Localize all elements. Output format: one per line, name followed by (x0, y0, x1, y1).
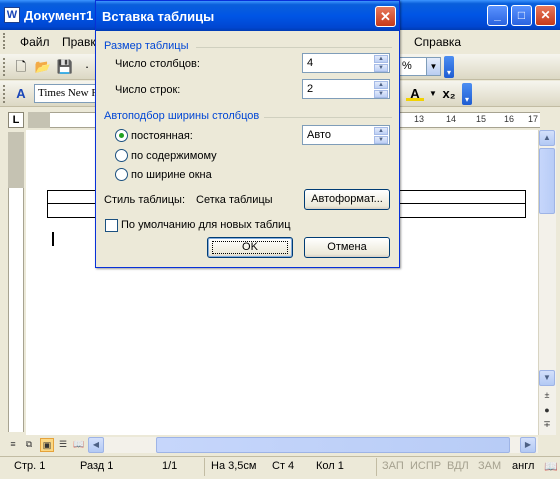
fixed-width-label[interactable]: постоянная: (131, 130, 193, 142)
toolbar-grip (3, 58, 6, 76)
status-language: англ (512, 460, 535, 472)
minimize-button[interactable]: _ (487, 5, 508, 26)
ruler-margin (8, 132, 24, 188)
status-column: Кол 1 (316, 460, 344, 472)
status-line: Ст 4 (272, 460, 295, 472)
dialog-title: Вставка таблицы (102, 9, 215, 24)
next-page-icon[interactable]: ∓ (540, 419, 554, 430)
spelling-status-icon[interactable]: 📖 (544, 460, 558, 473)
autofit-content-radio[interactable] (115, 149, 128, 162)
open-folder-icon[interactable]: 📂 (34, 58, 52, 76)
print-layout-icon[interactable]: ▣ (40, 438, 54, 452)
menu-grip (3, 33, 6, 49)
status-separator (204, 458, 205, 476)
ruler-margin (28, 112, 50, 128)
radio-selected-dot (119, 133, 124, 138)
new-document-icon[interactable]: 🗋 (12, 58, 30, 76)
scroll-down-icon[interactable]: ▼ (539, 370, 555, 386)
rows-label: Число строк: (115, 84, 181, 96)
autofit-content-label[interactable]: по содержимому (131, 150, 217, 162)
window-title: Документ1 (24, 8, 94, 23)
toolbar-grip (3, 85, 6, 103)
ruler-number: 13 (414, 114, 425, 124)
autofit-window-radio[interactable] (115, 168, 128, 181)
fixed-width-value[interactable]: Авто (307, 129, 331, 141)
status-rec[interactable]: ЗАП (382, 460, 404, 472)
table-style-value: Сетка таблицы (196, 194, 273, 206)
subscript-icon[interactable]: x₂ (440, 85, 458, 103)
outline-view-icon[interactable]: ☰ (56, 438, 70, 452)
ruler-number: 15 (476, 114, 487, 124)
spin-down-icon[interactable]: ▼ (374, 136, 388, 144)
toolbar-options-icon[interactable]: ▾ (462, 83, 472, 105)
scroll-up-icon[interactable]: ▲ (539, 130, 555, 146)
table-size-group-title: Размер таблицы (104, 40, 189, 52)
save-icon[interactable]: 💾 (56, 58, 74, 76)
spin-up-icon[interactable]: ▲ (374, 127, 388, 135)
status-trk[interactable]: ИСПР (410, 460, 441, 472)
browse-object-icon[interactable]: ● (540, 405, 554, 415)
status-section: Разд 1 (80, 460, 114, 472)
fixed-width-radio[interactable] (115, 129, 128, 142)
status-ext[interactable]: ВДЛ (447, 460, 469, 472)
text-cursor (52, 232, 54, 246)
ruler-number: 17 (528, 114, 539, 124)
font-name-combo[interactable]: Times New R (34, 84, 96, 103)
status-at: На 3,5см (211, 460, 257, 472)
toolbar-options-icon[interactable]: ▾ (444, 56, 454, 78)
group-divider (264, 117, 392, 118)
scroll-right-icon[interactable]: ▶ (520, 437, 536, 453)
rows-value[interactable]: 2 (307, 83, 313, 95)
status-pages: 1/1 (162, 460, 178, 472)
web-view-icon[interactable]: ⧉ (22, 438, 36, 452)
styles-icon[interactable]: A (12, 85, 30, 103)
previous-page-icon[interactable]: ± (540, 390, 554, 400)
rows-spinner[interactable]: 2 ▲ ▼ (302, 79, 390, 99)
dialog-close-button[interactable]: ✕ (375, 6, 396, 27)
ok-button[interactable]: OK (207, 237, 293, 258)
spin-down-icon[interactable]: ▼ (374, 64, 388, 72)
word-document-icon: W (4, 7, 20, 23)
horizontal-scrollbar[interactable]: ◀ ▶ (88, 437, 538, 453)
tab-stop-selector[interactable]: L (8, 112, 24, 128)
zoom-combo[interactable]: % (398, 57, 428, 76)
autofit-window-label[interactable]: по ширине окна (131, 169, 212, 181)
vertical-scroll-thumb[interactable] (539, 148, 555, 214)
status-ovr[interactable]: ЗАМ (478, 460, 501, 472)
zoom-dropdown-icon[interactable]: ▼ (426, 57, 441, 76)
columns-value[interactable]: 4 (307, 57, 313, 69)
horizontal-scroll-thumb[interactable] (156, 437, 510, 453)
table-style-label: Стиль таблицы: (104, 194, 185, 206)
reading-view-icon[interactable]: 📖 (72, 438, 86, 452)
menu-file[interactable]: Файл (20, 35, 50, 49)
ruler-number: 14 (446, 114, 457, 124)
autofit-group-title: Автоподбор ширины столбцов (104, 110, 260, 122)
ok-button-label: OK (212, 241, 288, 254)
ruler-number: 16 (504, 114, 515, 124)
spin-up-icon[interactable]: ▲ (374, 81, 388, 89)
fixed-width-spinner[interactable]: Авто ▲ ▼ (302, 125, 390, 145)
group-divider (196, 47, 392, 48)
columns-spinner[interactable]: 4 ▲ ▼ (302, 53, 390, 73)
scroll-left-icon[interactable]: ◀ (88, 437, 104, 453)
maximize-button[interactable]: □ (511, 5, 532, 26)
font-color-icon[interactable]: A (406, 85, 424, 101)
status-separator (376, 458, 377, 476)
autoformat-button[interactable]: Автоформат... (304, 189, 390, 210)
normal-view-icon[interactable]: ≡ (6, 438, 20, 452)
dialog-title-bar[interactable]: Вставка таблицы (96, 1, 399, 31)
close-window-button[interactable]: ✕ (535, 5, 556, 26)
columns-label: Число столбцов: (115, 58, 200, 70)
spin-up-icon[interactable]: ▲ (374, 55, 388, 63)
status-page: Стр. 1 (14, 460, 46, 472)
default-for-new-tables-checkbox[interactable] (105, 219, 118, 232)
permission-icon[interactable]: · (78, 58, 96, 76)
default-for-new-tables-label[interactable]: По умолчанию для новых таблиц (121, 219, 291, 231)
cancel-button[interactable]: Отмена (304, 237, 390, 258)
spin-down-icon[interactable]: ▼ (374, 90, 388, 98)
menu-help[interactable]: Справка (414, 35, 461, 49)
